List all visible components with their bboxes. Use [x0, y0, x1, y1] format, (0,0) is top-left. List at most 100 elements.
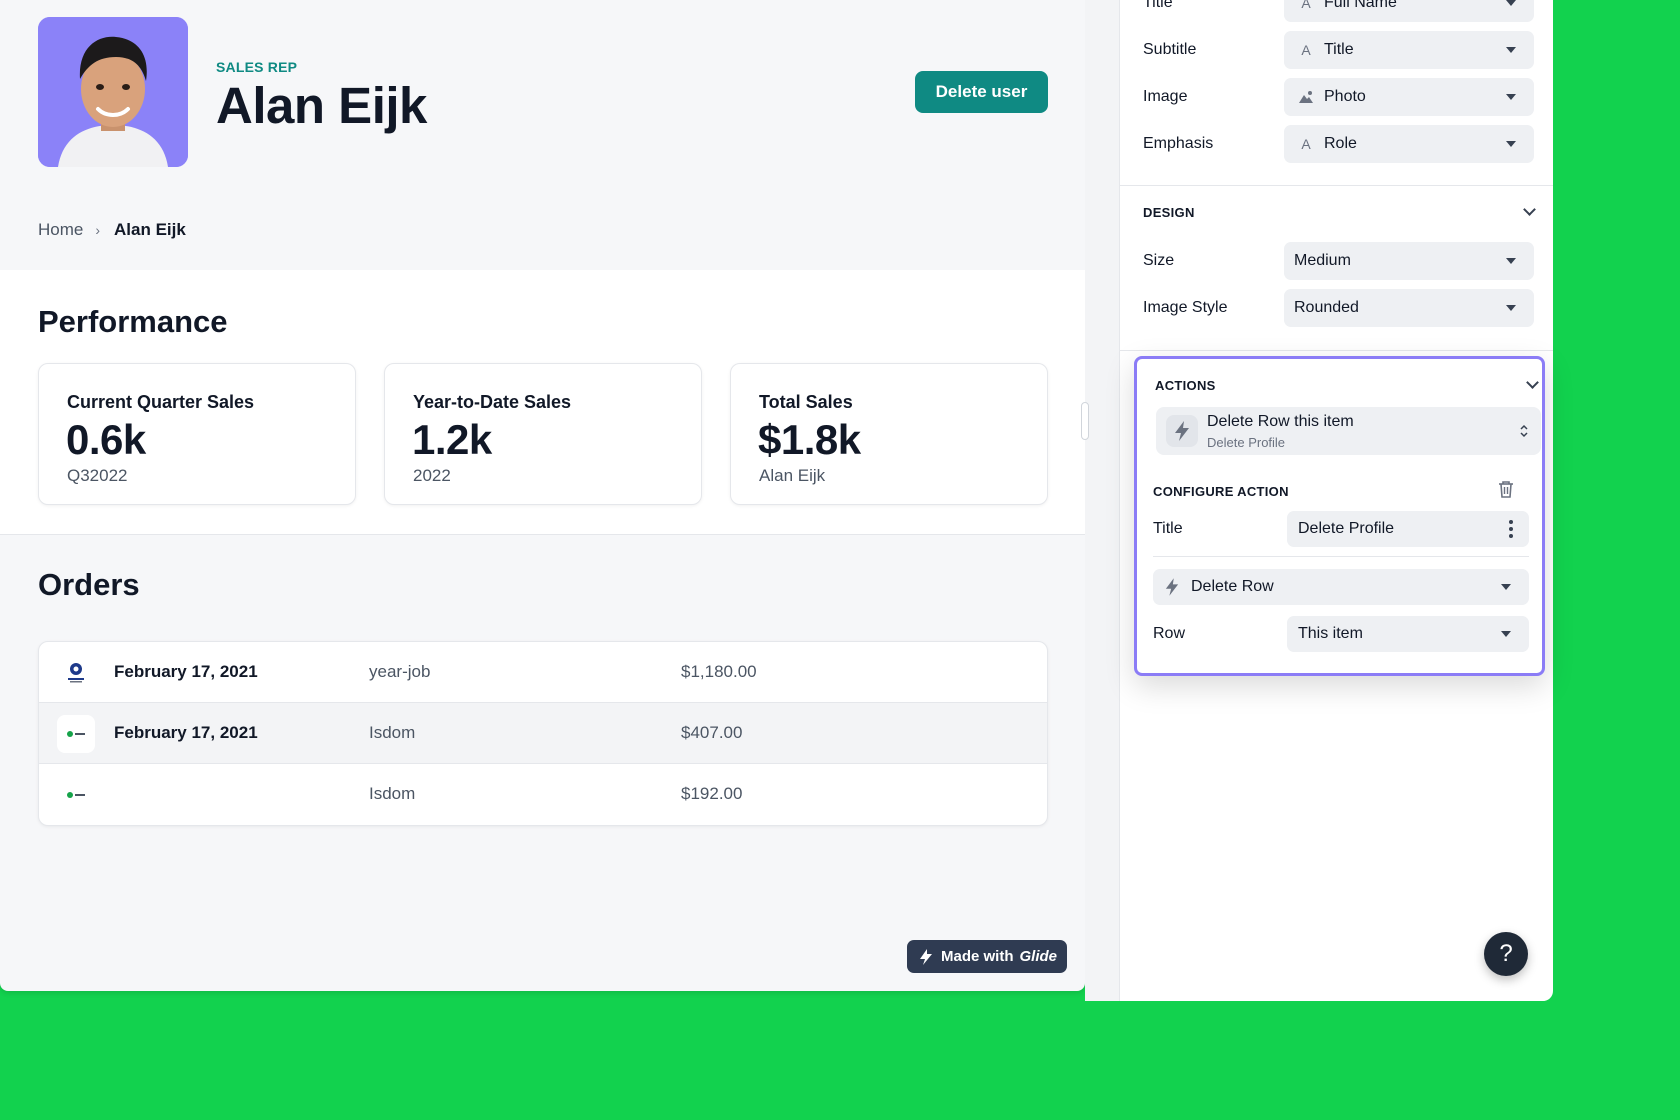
more-vertical-icon[interactable] [1509, 519, 1513, 539]
section-divider [1120, 350, 1553, 351]
config-title-row: Title Delete Profile [1153, 511, 1529, 547]
orders-title: Orders [38, 567, 140, 602]
chevron-down-icon[interactable] [1526, 376, 1539, 389]
stat-label: Current Quarter Sales [67, 392, 255, 412]
stat-caption: Q32022 [67, 466, 128, 485]
glide-brand-text: Glide [1019, 948, 1058, 965]
stat-value: $1.8k [758, 416, 861, 463]
order-amount: $407.00 [681, 723, 743, 742]
select-value: Rounded [1294, 299, 1359, 316]
page-title: Alan Eijk [216, 77, 427, 134]
subtitle-select[interactable]: A Title [1284, 31, 1534, 69]
isdom-logo-icon [57, 715, 95, 753]
caret-down-icon [1506, 258, 1516, 264]
breadcrumb-home[interactable]: Home [38, 220, 83, 240]
profile-photo [38, 17, 188, 167]
stat-caption: Alan Eijk [759, 466, 826, 485]
property-row-size: Size Medium [1143, 242, 1534, 280]
isdom-logo-icon [57, 776, 95, 814]
title-select[interactable]: A Full Name [1284, 0, 1534, 22]
order-company: Isdom [369, 723, 416, 742]
trash-icon[interactable] [1497, 479, 1515, 499]
caret-down-icon [1506, 47, 1516, 53]
property-label: Image [1143, 88, 1188, 105]
orders-section: Orders February 17, 2021 year-job $1,180… [0, 535, 1085, 991]
image-style-select[interactable]: Rounded [1284, 289, 1534, 327]
performance-title: Performance [38, 304, 228, 339]
sort-updown-icon[interactable] [1519, 421, 1529, 441]
profile-header: SALES REP Alan Eijk Delete user Home › A… [0, 0, 1085, 270]
select-value: Delete Row [1191, 578, 1274, 595]
order-date: February 17, 2021 [114, 662, 258, 681]
caret-down-icon [1506, 305, 1516, 311]
property-row-image-style: Image Style Rounded [1143, 289, 1534, 327]
stat-value: 1.2k [412, 416, 492, 463]
property-label: Emphasis [1143, 135, 1214, 152]
performance-section: Performance Current Quarter Sales 0.6k Q… [0, 270, 1085, 535]
select-value: This item [1298, 625, 1363, 642]
order-company: Isdom [369, 784, 416, 803]
text-icon: A [1301, 0, 1311, 11]
property-label: Title [1143, 0, 1173, 11]
config-row-row: Row This item [1153, 616, 1529, 652]
stat-card: Year-to-Date Sales 1.2k 2022 [384, 363, 702, 505]
caret-down-icon [1506, 0, 1516, 6]
field-value: Delete Profile [1298, 520, 1395, 537]
emphasis-select[interactable]: A Role [1284, 125, 1534, 163]
lightning-icon [1166, 415, 1198, 447]
stat-card: Current Quarter Sales 0.6k Q32022 [38, 363, 356, 505]
orders-list: February 17, 2021 year-job $1,180.00 Feb… [38, 641, 1048, 826]
order-amount: $1,180.00 [681, 662, 757, 681]
caret-down-icon [1506, 141, 1516, 147]
select-value: Full Name [1324, 0, 1397, 11]
help-button[interactable]: ? [1484, 932, 1528, 976]
actions-section-heading[interactable]: ACTIONS [1155, 378, 1216, 393]
property-row-title: Title A Full Name [1143, 0, 1534, 22]
person-portrait-icon [38, 17, 188, 167]
image-select[interactable]: Photo [1284, 78, 1534, 116]
action-item-subtitle: Delete Profile [1207, 435, 1286, 450]
resize-handle[interactable] [1081, 402, 1089, 440]
configure-action-heading: CONFIGURE ACTION [1153, 484, 1289, 499]
table-row[interactable]: February 17, 2021 Isdom $407.00 [39, 703, 1047, 764]
property-label: Subtitle [1143, 41, 1197, 58]
table-row[interactable]: Isdom $192.00 [39, 764, 1047, 825]
breadcrumb-current: Alan Eijk [114, 220, 186, 239]
design-section-heading[interactable]: DESIGN [1143, 205, 1195, 220]
property-label: Size [1143, 252, 1175, 269]
made-with-text: Made with [940, 948, 1014, 965]
delete-user-button[interactable]: Delete user [915, 71, 1048, 113]
panel-gutter [1085, 0, 1120, 1001]
row-select[interactable]: This item [1287, 616, 1529, 652]
action-item[interactable]: Delete Row this item Delete Profile [1156, 407, 1541, 455]
lightning-icon [1165, 578, 1181, 596]
config-title-input[interactable]: Delete Profile [1287, 511, 1529, 547]
caret-down-icon [1501, 584, 1511, 590]
order-date: February 17, 2021 [114, 723, 258, 742]
text-icon: A [1301, 136, 1311, 152]
select-value: Title [1324, 41, 1354, 58]
order-amount: $192.00 [681, 784, 743, 803]
stat-value: 0.6k [66, 416, 146, 463]
property-row-image: Image Photo [1143, 78, 1534, 116]
configure-action-panel: CONFIGURE ACTION Title Delete Profile De… [1137, 459, 1542, 673]
select-value: Role [1324, 135, 1357, 152]
chevron-right-icon: › [95, 222, 101, 238]
config-title-label: Title [1153, 520, 1183, 537]
chevron-down-icon[interactable] [1523, 203, 1536, 216]
select-value: Photo [1324, 88, 1366, 105]
text-icon: A [1301, 42, 1311, 58]
made-with-glide-badge[interactable]: Made with Glide [907, 940, 1067, 973]
size-select[interactable]: Medium [1284, 242, 1534, 280]
action-type-select[interactable]: Delete Row [1153, 569, 1529, 605]
actions-section: ACTIONS Delete Row this item Delete Prof… [1134, 356, 1545, 676]
property-row-emphasis: Emphasis A Role [1143, 125, 1534, 163]
profile-role: SALES REP [216, 59, 298, 75]
table-row[interactable]: February 17, 2021 year-job $1,180.00 [39, 642, 1047, 703]
section-divider [1153, 556, 1529, 557]
action-item-title: Delete Row this item [1207, 413, 1354, 430]
caret-down-icon [1501, 631, 1511, 637]
order-company: year-job [369, 662, 431, 681]
select-value: Medium [1294, 252, 1351, 269]
year-job-logo-icon [57, 654, 95, 692]
